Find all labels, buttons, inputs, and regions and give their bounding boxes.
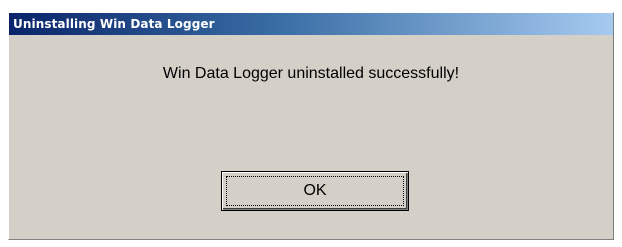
ok-button[interactable]: OK — [221, 171, 409, 211]
status-message: Win Data Logger uninstalled successfully… — [162, 65, 460, 82]
dialog-titlebar[interactable]: Uninstalling Win Data Logger — [9, 13, 613, 35]
uninstall-dialog: Uninstalling Win Data Logger Win Data Lo… — [8, 12, 614, 240]
ok-button-label: OK — [226, 176, 404, 206]
dialog-title: Uninstalling Win Data Logger — [13, 17, 215, 31]
